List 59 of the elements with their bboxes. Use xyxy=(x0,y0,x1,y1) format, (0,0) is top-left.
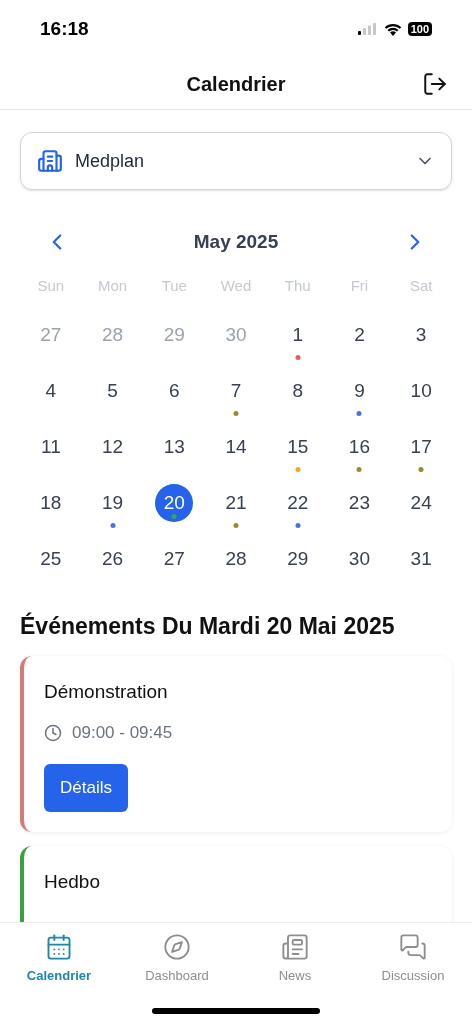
calendar-day[interactable]: 29 xyxy=(278,540,317,578)
calendar-day[interactable]: 18 xyxy=(31,484,70,522)
event-title: Démonstration xyxy=(44,679,169,704)
calendar-day[interactable]: 9 xyxy=(340,372,379,410)
calendar-icon xyxy=(45,933,73,961)
calendar-day[interactable]: 8 xyxy=(278,372,317,410)
calendar-day[interactable]: 15 xyxy=(278,428,317,466)
status-time: 16:18 xyxy=(40,16,89,41)
clock-icon xyxy=(44,723,62,742)
calendar-day[interactable]: 27 xyxy=(155,540,194,578)
weekday-label: Tue xyxy=(160,275,188,296)
calendar-day[interactable]: 7 xyxy=(217,372,255,410)
details-button[interactable]: Détails xyxy=(44,763,128,812)
calendar-day[interactable]: 14 xyxy=(217,428,255,466)
calendar-day[interactable]: 22 xyxy=(278,484,317,522)
newspaper-icon xyxy=(281,933,309,961)
calendar-day[interactable]: 5 xyxy=(93,372,132,410)
logout-icon xyxy=(422,71,448,97)
calendar-day[interactable]: 2 xyxy=(340,316,379,354)
calendar-day[interactable]: 23 xyxy=(340,484,379,522)
weekday-label: Sat xyxy=(408,275,434,296)
tab-bar-item[interactable]: Calendrier xyxy=(0,933,118,986)
building-icon xyxy=(37,148,63,174)
calendar-day[interactable]: 26 xyxy=(93,540,132,578)
calendar-day[interactable]: 4 xyxy=(31,372,70,410)
calendar-day[interactable]: 17 xyxy=(402,428,441,466)
battery-indicator: 100 xyxy=(407,22,432,36)
calendar-day[interactable]: 19 xyxy=(93,484,132,522)
weekday-label: Mon xyxy=(96,275,129,296)
wifi-icon xyxy=(383,22,402,36)
calendar-day[interactable]: 11 xyxy=(31,428,70,466)
calendar-day[interactable]: 12 xyxy=(93,428,132,466)
calendar-day[interactable]: 25 xyxy=(31,540,70,578)
month-title: May 2025 xyxy=(193,230,279,254)
page-title: Calendrier xyxy=(186,71,286,97)
calendar-day[interactable]: 30 xyxy=(340,540,379,578)
chat-bubbles-icon xyxy=(399,933,427,961)
organization-select[interactable]: Medplan xyxy=(20,132,452,190)
weekday-label: Sun xyxy=(36,275,66,296)
calendar-day[interactable]: 20 xyxy=(155,484,194,522)
event-title: Hedbo xyxy=(44,869,101,894)
calendar-day[interactable]: 13 xyxy=(155,428,194,466)
calendar-day[interactable]: 6 xyxy=(155,372,194,410)
calendar-day[interactable]: 21 xyxy=(217,484,255,522)
weekday-label: Fri xyxy=(349,275,370,296)
calendar-day[interactable]: 31 xyxy=(402,540,441,578)
calendar-day[interactable]: 1 xyxy=(278,316,317,354)
compass-icon xyxy=(163,933,191,961)
logout-button[interactable] xyxy=(422,71,448,97)
calendar-day[interactable]: 3 xyxy=(402,316,441,354)
calendar-day[interactable]: 24 xyxy=(402,484,441,522)
event-time: 09:00 - 09:45 xyxy=(72,722,173,744)
calendar-day[interactable]: 28 xyxy=(217,540,255,578)
weekday-label: Wed xyxy=(219,275,253,296)
signal-icon xyxy=(357,23,378,35)
calendar-day[interactable]: 16 xyxy=(340,428,379,466)
events-heading: Événements Du Mardi 20 Mai 2025 xyxy=(20,611,396,641)
calendar-day[interactable]: 10 xyxy=(402,372,441,410)
weekday-label: Thu xyxy=(283,275,312,296)
